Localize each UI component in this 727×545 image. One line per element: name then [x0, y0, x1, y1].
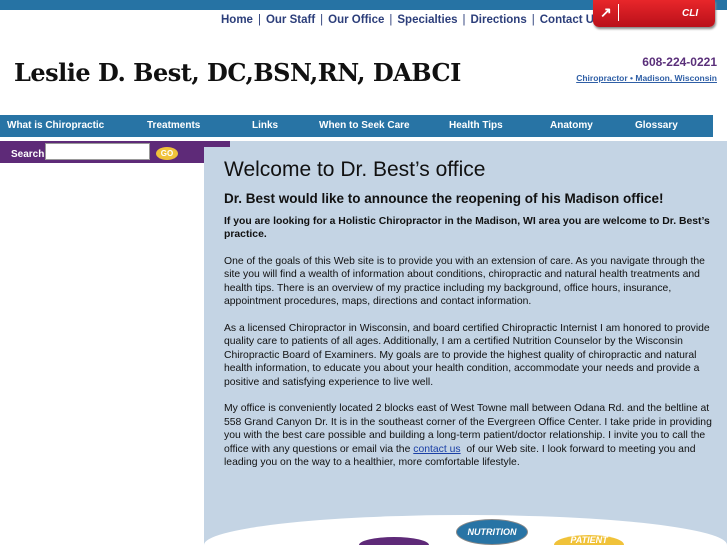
nutrition-badge[interactable]: NUTRITION — [456, 519, 528, 545]
top-links: Home | Our Staff | Our Office | Specialties | Di… — [221, 14, 600, 26]
site-title: Leslie D. Best, DC,BSN,RN, DABCI — [14, 58, 461, 87]
link-our-staff[interactable]: Our Staff — [266, 14, 315, 26]
paragraph-credentials: As a licensed Chiropractor in Wisconsin,… — [224, 323, 710, 388]
contact-us-link[interactable]: contact us — [413, 444, 460, 455]
separator: | — [389, 14, 393, 26]
search-label: Search — [11, 149, 45, 160]
search-input[interactable] — [45, 143, 150, 160]
cli-label: CLI — [682, 8, 699, 19]
tagline-link[interactable]: Chiropractor • Madison, Wisconsin — [576, 73, 717, 83]
nav-anatomy[interactable]: Anatomy — [550, 115, 635, 137]
separator: | — [320, 14, 324, 26]
go-button[interactable]: GO — [156, 147, 178, 160]
separator: | — [257, 14, 261, 26]
announcement: Dr. Best would like to announce the reop… — [224, 191, 664, 207]
page-heading: Welcome to Dr. Best’s office — [224, 158, 486, 181]
paragraph-location: My office is conveniently located 2 bloc… — [224, 402, 718, 469]
link-specialties[interactable]: Specialties — [397, 14, 457, 26]
nav-what-is-chiropractic[interactable]: What is Chiropractic — [7, 115, 147, 137]
content-panel: NUTRITION PATIENT Welcome to Dr. Best’s … — [204, 147, 727, 545]
phone-number: 608-224-0221 — [642, 55, 717, 69]
cli-button[interactable]: ↗ CLI — [593, 0, 715, 27]
nav-when-to-seek-care[interactable]: When to Seek Care — [319, 115, 449, 137]
link-directions[interactable]: Directions — [470, 14, 526, 26]
paragraph-goals: One of the goals of this Web site is to … — [224, 256, 705, 308]
nav-treatments[interactable]: Treatments — [147, 115, 252, 137]
separator: | — [531, 14, 535, 26]
nav-glossary[interactable]: Glossary — [635, 115, 678, 137]
nav-health-tips[interactable]: Health Tips — [449, 115, 550, 137]
separator: | — [462, 14, 466, 26]
link-our-office[interactable]: Our Office — [328, 14, 384, 26]
main-content: Welcome to Dr. Best’s office Dr. Best wo… — [224, 159, 718, 483]
link-home[interactable]: Home — [221, 14, 253, 26]
link-contact-us[interactable]: Contact Us — [540, 14, 601, 26]
main-nav: What is Chiropractic Treatments Links Wh… — [0, 115, 713, 137]
intro-text: If you are looking for a Holistic Chirop… — [224, 215, 710, 241]
arrow-icon: ↗ — [600, 4, 619, 21]
nav-links[interactable]: Links — [252, 115, 319, 137]
